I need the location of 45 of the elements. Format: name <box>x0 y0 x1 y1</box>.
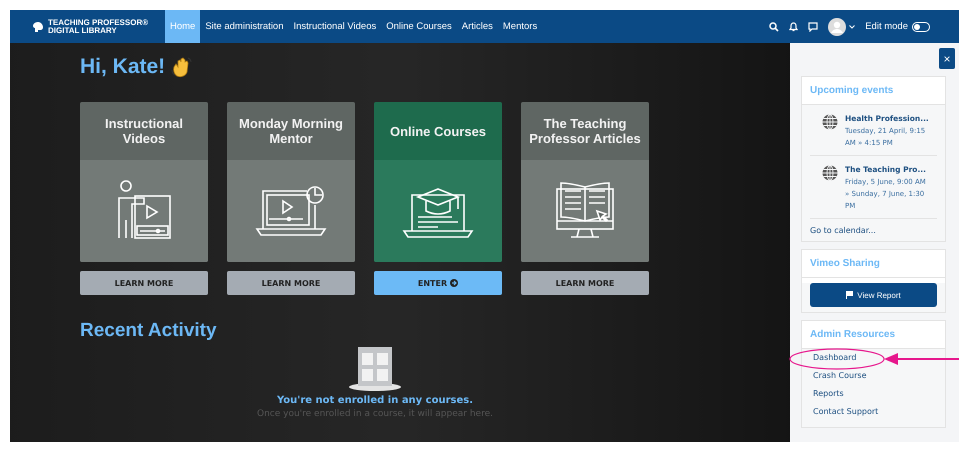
avatar-icon[interactable] <box>828 18 846 36</box>
card-title: Monday Morning Mentor <box>238 115 344 148</box>
course-card[interactable]: The Teaching Professor Articles <box>521 102 649 262</box>
close-button[interactable]: × <box>939 48 955 69</box>
logo-text: TEACHING PROFESSOR® <box>48 18 148 26</box>
course-card[interactable]: Online Courses <box>374 102 502 262</box>
edit-mode-label: Edit mode <box>865 21 908 32</box>
course-card[interactable]: Monday Morning Mentor <box>227 102 355 262</box>
chat-icon[interactable] <box>808 22 818 32</box>
caret-icon[interactable] <box>849 24 856 28</box>
nav-link[interactable]: Online Courses <box>381 10 457 43</box>
waving-hand-icon <box>171 56 194 78</box>
recent-activity-heading: Recent Activity <box>80 319 218 343</box>
card-title: Instructional Videos <box>104 115 184 148</box>
logo-icon <box>32 20 45 32</box>
search-icon[interactable] <box>769 22 780 32</box>
flag-icon <box>846 291 854 299</box>
card-title: Online Courses <box>388 122 488 140</box>
nav-link[interactable]: Articles <box>456 10 498 43</box>
card-title: The Teaching Professor Articles <box>528 115 642 148</box>
resource-link[interactable]: Dashboard <box>810 349 937 367</box>
enter-button[interactable]: ENTER <box>374 271 502 295</box>
learn-more-button[interactable]: LEARN MORE <box>80 271 208 295</box>
view-report-button[interactable]: View Report <box>810 283 937 307</box>
greeting-heading: Hi, Kate! <box>80 55 166 79</box>
edit-mode-toggle[interactable] <box>912 22 930 32</box>
bell-icon[interactable] <box>789 22 798 32</box>
resource-link[interactable]: Reports <box>810 385 937 403</box>
resource-link[interactable]: Crash Course <box>810 367 937 385</box>
course-card[interactable]: Instructional Videos <box>80 102 208 262</box>
empty-message: You're not enrolled in any courses. <box>276 395 474 406</box>
nav-link[interactable]: Instructional Videos <box>288 10 382 43</box>
empty-courses-icon <box>349 347 401 391</box>
logo-text: DIGITAL LIBRARY <box>48 26 118 34</box>
globe-icon <box>822 114 838 130</box>
laptop-video-icon <box>255 185 327 237</box>
nav-link[interactable]: Mentors <box>498 10 542 43</box>
globe-icon <box>822 165 838 181</box>
arrow-circle-icon <box>450 279 458 287</box>
nav-link[interactable]: Site administration <box>200 10 288 43</box>
calendar-link[interactable]: Go to calendar... <box>810 219 937 235</box>
card-heading: Vimeo Sharing <box>802 250 945 278</box>
learn-more-button[interactable]: LEARN MORE <box>227 271 355 295</box>
resource-link[interactable]: Contact Support <box>810 403 937 421</box>
learn-more-button[interactable]: LEARN MORE <box>521 271 649 295</box>
